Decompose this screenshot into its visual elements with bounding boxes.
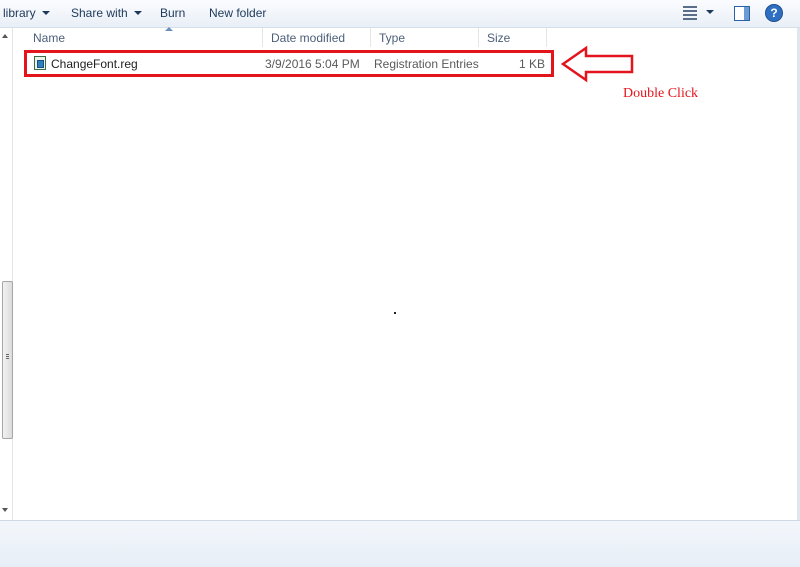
burn-label: Burn xyxy=(160,6,186,20)
column-header-type[interactable]: Type xyxy=(371,28,479,47)
scrollbar-thumb[interactable] xyxy=(2,281,13,439)
column-header-type-label: Type xyxy=(379,31,406,45)
include-in-library-button[interactable]: library xyxy=(3,0,50,26)
column-header-date-label: Date modified xyxy=(271,31,346,45)
column-header-size-label: Size xyxy=(487,31,511,45)
stray-dot xyxy=(394,312,396,314)
library-label: library xyxy=(3,6,36,20)
new-folder-label: New folder xyxy=(209,6,267,20)
details-pane xyxy=(0,520,800,567)
navigation-pane-scrollbar[interactable] xyxy=(0,28,13,520)
burn-button[interactable]: Burn xyxy=(160,0,185,26)
preview-pane-icon[interactable] xyxy=(734,6,750,21)
scroll-up-icon[interactable] xyxy=(2,34,8,38)
share-with-label: Share with xyxy=(71,6,128,20)
column-header-row: Name Date modified Type Size xyxy=(13,27,800,47)
command-bar: library Share with Burn New folder ? xyxy=(0,0,800,28)
chevron-down-icon xyxy=(133,11,142,15)
sort-ascending-icon xyxy=(165,27,173,31)
share-with-button[interactable]: Share with xyxy=(71,0,142,26)
file-type: Registration Entries xyxy=(374,57,479,71)
help-icon[interactable]: ? xyxy=(765,4,783,22)
column-header-name-label: Name xyxy=(33,31,66,45)
column-header-size[interactable]: Size xyxy=(479,28,547,47)
chevron-down-icon xyxy=(41,11,50,15)
file-size: 1 KB xyxy=(519,57,546,71)
column-header-name[interactable]: Name xyxy=(25,27,263,47)
column-header-date[interactable]: Date modified xyxy=(263,28,371,47)
annotation-text: Double Click xyxy=(623,86,699,101)
file-date: 3/9/2016 5:04 PM xyxy=(265,57,360,71)
left-arrow-icon xyxy=(560,45,634,83)
views-icon[interactable] xyxy=(683,4,697,22)
new-folder-button[interactable]: New folder xyxy=(209,0,266,26)
grip-icon xyxy=(6,354,9,360)
file-name: ChangeFont.reg xyxy=(51,57,138,71)
file-row[interactable]: ChangeFont.reg 3/9/2016 5:04 PM Registra… xyxy=(24,50,554,77)
scroll-down-icon[interactable] xyxy=(2,508,8,512)
views-dropdown-icon[interactable] xyxy=(706,10,714,14)
registry-file-icon xyxy=(34,56,46,70)
